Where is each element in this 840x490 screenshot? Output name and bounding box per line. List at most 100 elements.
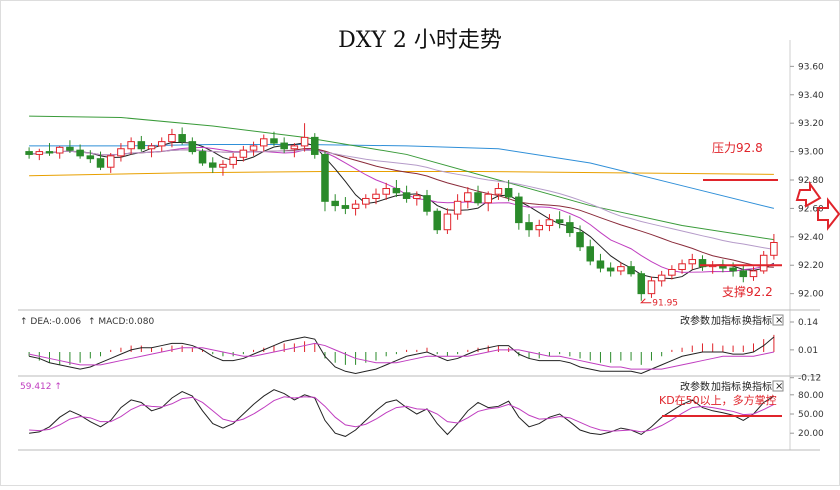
price-tick-label: 92.60 [798,204,824,214]
kdj-add-indicator-button[interactable]: 加指标 [711,380,741,393]
candle-up [219,163,227,168]
candle-up [413,195,421,199]
macd-close-icon: × [775,315,783,326]
candle-up [35,151,44,155]
candle-down [311,136,319,155]
candle-down [25,151,33,155]
candle-up [668,268,676,276]
candle-up [453,200,462,215]
kdj-switch-indicator-button[interactable]: 换指标 [742,380,772,393]
candle-down [555,219,564,224]
macd-tick-label: 0.14 [798,318,818,328]
candle-up [372,193,380,199]
candle-down [270,138,278,144]
candle-up [759,254,768,272]
kdj-tick-label: 80.00 [798,391,824,401]
candle-down [525,222,533,231]
candle-up [147,145,156,150]
macd-tick-label: -0.12 [798,374,821,384]
candle-down [198,151,207,164]
kdj-close-icon: × [775,381,783,392]
candle-down [586,246,595,262]
price-tick-label: 93.60 [798,62,824,72]
candle-down [96,158,105,168]
candle-up [259,138,268,147]
price-tick-label: 93.00 [798,148,824,158]
price-tick-label: 93.40 [798,91,824,101]
candle-down [627,266,635,275]
kdj-value-label: 59.412 ↑ [20,382,62,392]
macd-dea-line [28,342,775,370]
candle-up [443,213,452,231]
macd-value-label: ↑ MACD:0.080 [88,317,154,327]
candle-up [545,219,554,226]
price-tick-label: 92.40 [798,233,824,243]
candle-up [464,192,472,202]
candle-down [188,141,197,153]
candle-up [127,141,135,150]
candle-up [382,188,390,195]
kd-note: KD在50以上，多方掌控 [659,393,777,407]
kdj-tick-label: 50.00 [798,410,824,420]
candle-up [290,145,299,150]
candle-down [76,149,84,157]
candle-up [249,145,258,151]
candle-down [208,162,217,168]
candle-up [688,259,697,265]
candle-up [678,263,686,270]
ma5-line [29,142,775,280]
price-tick-label: 92.00 [798,290,824,300]
candle-down [739,270,748,278]
low-label: 91.95 [652,299,678,309]
green-ma-line [29,115,774,241]
candle-up [657,274,666,282]
candle-up [494,188,503,195]
ma30-line [29,149,774,250]
candle-down [515,196,523,224]
candle-up [229,156,237,165]
macd-tick-label: 0.01 [798,346,818,356]
candle-down [137,141,146,150]
candle-down [474,192,482,204]
candle-up [351,203,360,209]
candle-down [66,146,74,151]
candle-up [484,193,492,204]
macd-dea-label: ↑ DEA:-0.006 [20,317,81,327]
ma10-line [29,146,775,273]
support-label: 支撑92.2 [722,284,773,299]
candle-up [157,141,166,147]
candle-up [362,197,370,205]
candle-down [576,232,584,248]
candle-up [55,146,64,154]
macd-switch-indicator-button[interactable]: 换指标 [742,314,772,327]
up-arrow-icon [795,180,822,208]
chart-svg: 93.6093.4093.2093.0092.8092.6092.4092.20… [0,0,840,486]
candle-down [423,195,431,212]
macd-change-params-button[interactable]: 改参数 [680,314,710,327]
candle-up [168,134,176,143]
candle-up [770,242,778,256]
candle-down [729,267,737,272]
orange-ma-line [29,170,774,177]
candle-up [535,224,544,231]
candle-up [117,148,125,157]
candle-down [566,222,574,234]
resistance-label: 压力92.8 [712,141,763,155]
candle-down [596,260,605,269]
candle-down [433,210,441,231]
candle-down [637,273,646,295]
candle-down [321,153,329,202]
candle-down [178,134,186,143]
candle-up [300,136,309,147]
candle-down [504,188,513,198]
candle-up [749,270,758,278]
candle-up [239,149,248,158]
chart-stage: DXY 2 小时走势 93.60 93.40 93.20 93.00 92.80 92.6… [0,0,840,486]
candle-down [86,155,95,160]
ma20-line [29,148,774,268]
price-tick-label: 93.20 [798,119,824,129]
candle-up [617,266,625,272]
kdj-change-params-button[interactable]: 改参数 [680,380,710,393]
candle-down [331,200,339,207]
macd-add-indicator-button[interactable]: 加指标 [711,314,741,327]
